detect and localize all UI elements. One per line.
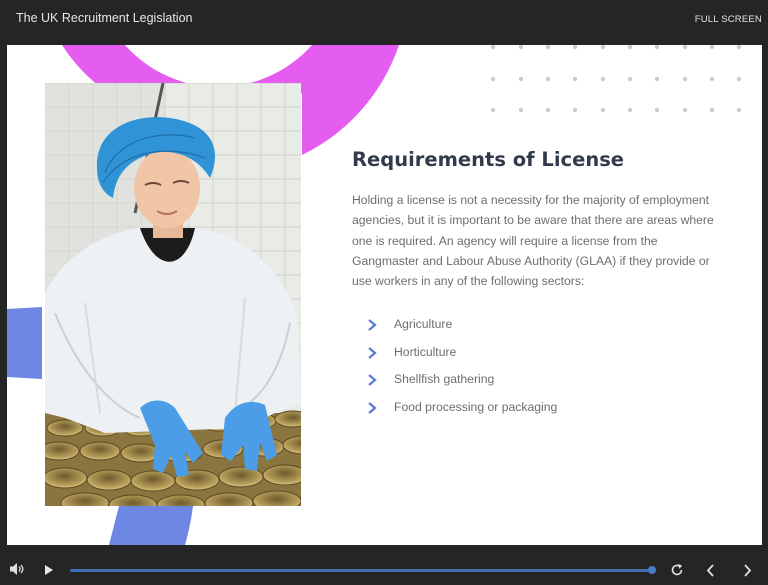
list-item-label: Food processing or packaging — [394, 399, 558, 414]
slide-heading: Requirements of License — [352, 148, 625, 171]
player-controls — [0, 545, 768, 585]
play-icon[interactable] — [44, 564, 54, 576]
list-item-label: Horticulture — [394, 344, 457, 359]
course-title: The UK Recruitment Legislation — [16, 11, 193, 25]
top-bar: The UK Recruitment Legislation FULL SCRE… — [0, 0, 768, 45]
previous-icon[interactable] — [706, 564, 715, 577]
chevron-right-icon — [368, 374, 377, 386]
next-icon[interactable] — [743, 564, 752, 577]
list-item-label: Agriculture — [394, 317, 453, 331]
worker-photo — [45, 83, 301, 506]
list-item-label: Shellfish gathering — [394, 372, 495, 386]
fullscreen-button[interactable]: FULL SCREEN — [695, 14, 762, 25]
slide-canvas: Requirements of License Holding a licens… — [7, 45, 762, 545]
chevron-right-icon — [368, 346, 377, 359]
chevron-right-icon — [368, 401, 377, 414]
volume-icon[interactable] — [9, 562, 25, 576]
slide-paragraph: Holding a license is not a necessity for… — [352, 193, 714, 289]
chevron-right-icon — [368, 319, 377, 331]
progress-handle[interactable] — [648, 566, 656, 574]
dot-grid-decoration — [490, 45, 742, 113]
replay-icon[interactable] — [670, 563, 684, 577]
progress-track[interactable] — [70, 569, 652, 572]
